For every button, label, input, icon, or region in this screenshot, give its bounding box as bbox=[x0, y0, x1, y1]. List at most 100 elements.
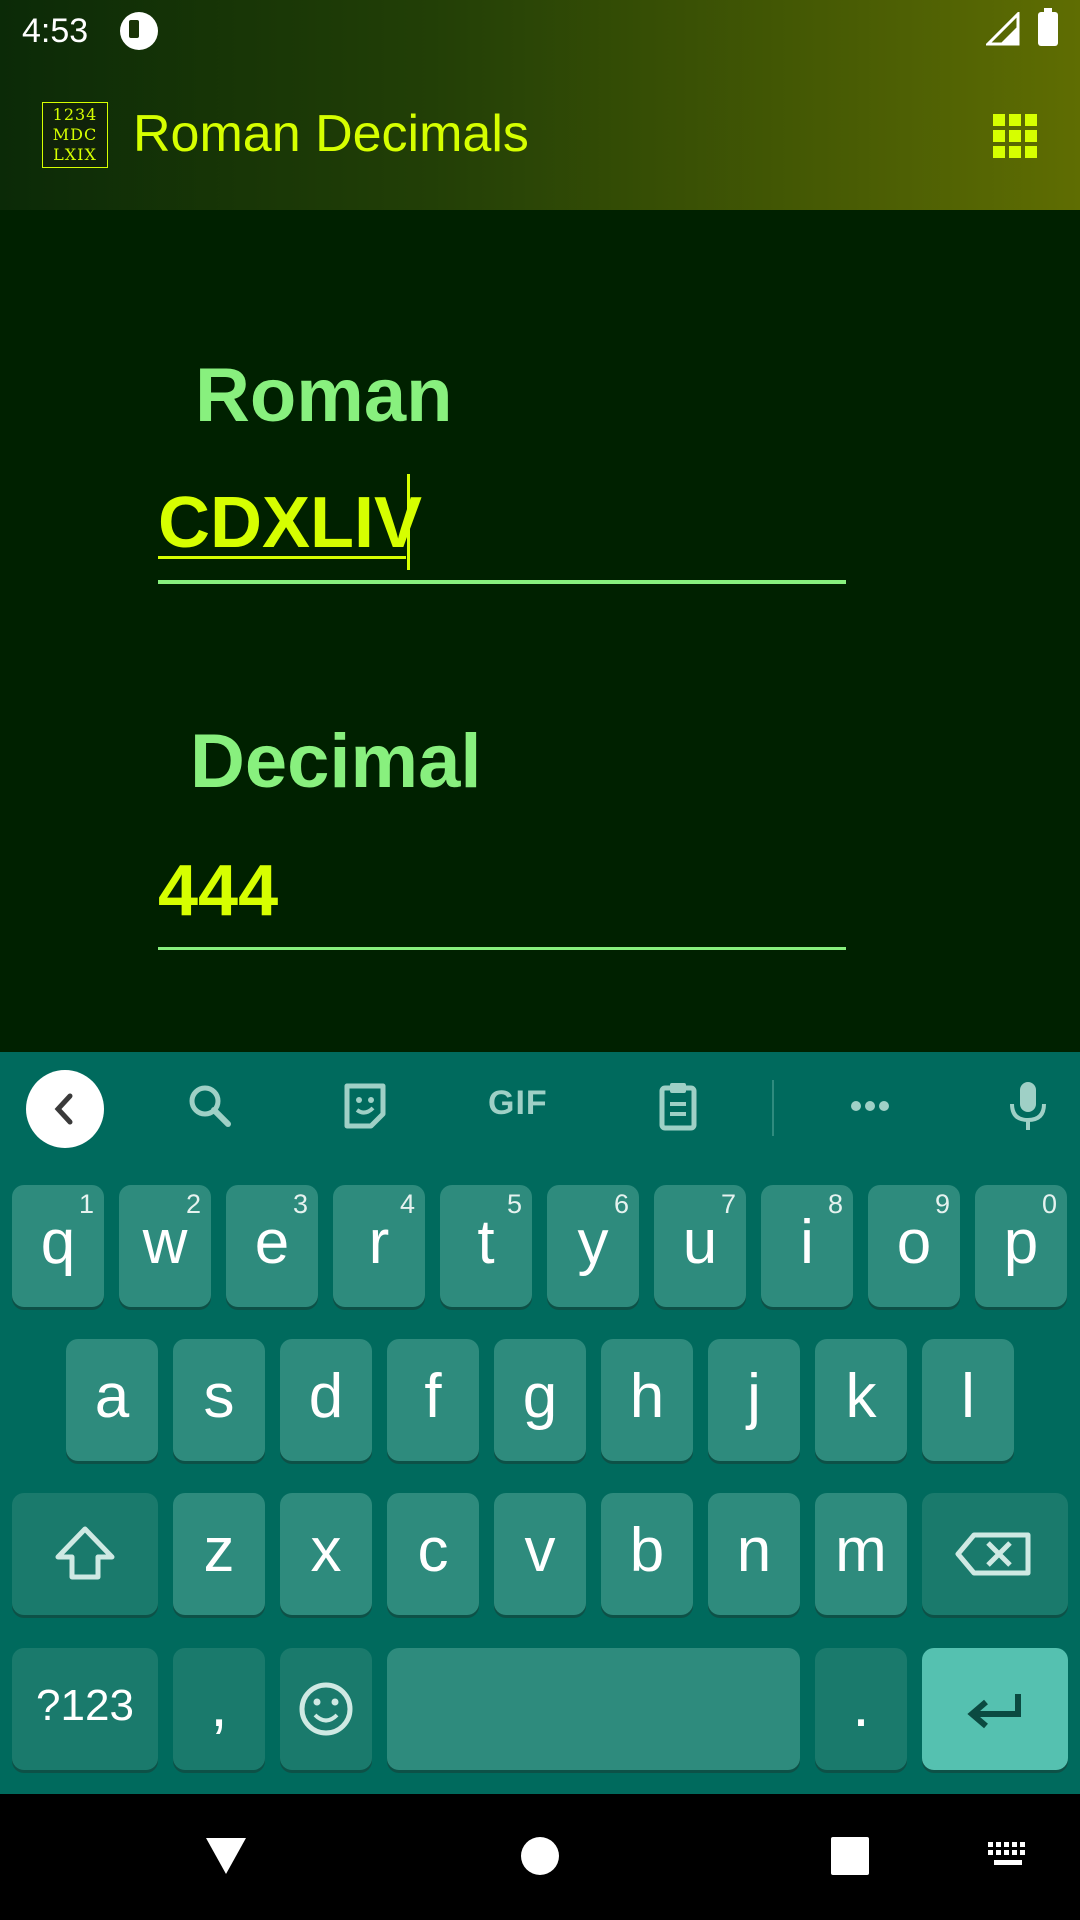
decimal-input[interactable]: 444 bbox=[158, 850, 278, 932]
chevron-left-icon bbox=[54, 1093, 73, 1125]
back-button[interactable] bbox=[26, 1070, 104, 1148]
key-hint: 7 bbox=[720, 1189, 736, 1219]
app-bar: 1234 MDC LXIX Roman Decimals bbox=[0, 64, 1080, 210]
roman-input[interactable]: CDXLIV bbox=[158, 482, 422, 564]
enter-icon bbox=[967, 1694, 1021, 1729]
comma-key[interactable]: , bbox=[173, 1648, 265, 1770]
text-cursor bbox=[407, 474, 410, 570]
status-bar: 4:53 bbox=[0, 0, 1080, 64]
key-letter: i bbox=[800, 1208, 814, 1277]
grid-dot bbox=[993, 114, 1005, 126]
key-r[interactable]: r4 bbox=[333, 1185, 425, 1307]
key-k[interactable]: k bbox=[815, 1339, 907, 1461]
key-j[interactable]: j bbox=[708, 1339, 800, 1461]
grid-dot bbox=[1009, 146, 1021, 158]
notification-icon bbox=[120, 12, 158, 50]
key-v[interactable]: v bbox=[494, 1493, 586, 1615]
key-letter: e bbox=[254, 1208, 290, 1277]
toolbar-divider bbox=[772, 1080, 774, 1136]
space-key[interactable] bbox=[387, 1648, 800, 1770]
key-q[interactable]: q1 bbox=[12, 1185, 104, 1307]
status-time: 4:53 bbox=[22, 12, 89, 50]
back-nav-icon[interactable] bbox=[204, 1836, 248, 1876]
key-z[interactable]: z bbox=[173, 1493, 265, 1615]
key-hint: 9 bbox=[934, 1189, 950, 1219]
key-d[interactable]: d bbox=[280, 1339, 372, 1461]
key-s[interactable]: s bbox=[173, 1339, 265, 1461]
key-hint: 3 bbox=[292, 1189, 308, 1219]
key-hint: 0 bbox=[1041, 1189, 1057, 1219]
key-letter: w bbox=[142, 1208, 188, 1277]
key-letter: u bbox=[682, 1208, 718, 1277]
key-hint: 1 bbox=[78, 1189, 94, 1219]
key-b[interactable]: b bbox=[601, 1493, 693, 1615]
shift-icon bbox=[55, 1526, 115, 1580]
key-a[interactable]: a bbox=[66, 1339, 158, 1461]
mic-icon[interactable] bbox=[998, 1076, 1058, 1136]
key-letter: o bbox=[896, 1208, 932, 1277]
key-u[interactable]: u7 bbox=[654, 1185, 746, 1307]
key-hint: 4 bbox=[399, 1189, 415, 1219]
top-bar: 4:53 1234 MDC LXIX Roman Decimals bbox=[0, 0, 1080, 210]
logo-line-1: 1234 bbox=[52, 105, 98, 124]
key-p[interactable]: p0 bbox=[975, 1185, 1067, 1307]
key-l[interactable]: l bbox=[922, 1339, 1014, 1461]
recents-nav-icon[interactable] bbox=[830, 1836, 870, 1876]
gif-button[interactable]: GIF bbox=[488, 1084, 548, 1123]
key-i[interactable]: i8 bbox=[761, 1185, 853, 1307]
signal-icon bbox=[986, 12, 1020, 46]
clipboard-icon[interactable] bbox=[648, 1076, 708, 1136]
key-m[interactable]: m bbox=[815, 1493, 907, 1615]
key-f[interactable]: f bbox=[387, 1339, 479, 1461]
navigation-bar bbox=[0, 1794, 1080, 1920]
key-h[interactable]: h bbox=[601, 1339, 693, 1461]
keyboard-toolbar: GIF bbox=[0, 1052, 1080, 1164]
key-letter: r bbox=[368, 1208, 390, 1277]
key-letter: y bbox=[577, 1208, 609, 1277]
roman-label: Roman bbox=[195, 353, 453, 438]
enter-key[interactable] bbox=[922, 1648, 1068, 1770]
key-y[interactable]: y6 bbox=[547, 1185, 639, 1307]
key-x[interactable]: x bbox=[280, 1493, 372, 1615]
grid-dot bbox=[993, 146, 1005, 158]
grid-dot bbox=[1025, 130, 1037, 142]
backspace-key[interactable] bbox=[922, 1493, 1068, 1615]
sticker-icon[interactable] bbox=[335, 1076, 395, 1136]
key-hint: 8 bbox=[827, 1189, 843, 1219]
period-key[interactable]: . bbox=[815, 1648, 907, 1770]
grid-dot bbox=[1009, 130, 1021, 142]
emoji-icon bbox=[299, 1682, 353, 1736]
key-c[interactable]: c bbox=[387, 1493, 479, 1615]
grid-dot bbox=[1025, 146, 1037, 158]
roman-field-line bbox=[158, 580, 846, 584]
roman-text-underline bbox=[158, 556, 406, 559]
grid-dot bbox=[1025, 114, 1037, 126]
key-letter: p bbox=[1003, 1208, 1039, 1277]
search-icon[interactable] bbox=[180, 1076, 240, 1136]
key-hint: 6 bbox=[613, 1189, 629, 1219]
grid-menu-icon[interactable] bbox=[993, 114, 1037, 158]
app-logo: 1234 MDC LXIX bbox=[42, 102, 108, 168]
shift-key[interactable] bbox=[12, 1493, 158, 1615]
key-hint: 2 bbox=[185, 1189, 201, 1219]
decimal-field-line bbox=[158, 947, 846, 950]
backspace-icon bbox=[955, 1532, 1031, 1576]
grid-dot bbox=[1009, 114, 1021, 126]
soft-keyboard: GIF q1 w2 e3 r4 t5 y6 u7 i8 o9 p0 a s d … bbox=[0, 1052, 1080, 1794]
emoji-key[interactable] bbox=[280, 1648, 372, 1770]
key-o[interactable]: o9 bbox=[868, 1185, 960, 1307]
key-g[interactable]: g bbox=[494, 1339, 586, 1461]
home-nav-icon[interactable] bbox=[520, 1836, 560, 1876]
key-hint: 5 bbox=[506, 1189, 522, 1219]
app-title: Roman Decimals bbox=[133, 105, 529, 163]
key-letter: q bbox=[40, 1208, 76, 1277]
key-e[interactable]: e3 bbox=[226, 1185, 318, 1307]
keyboard-switch-icon[interactable] bbox=[986, 1840, 1030, 1870]
key-w[interactable]: w2 bbox=[119, 1185, 211, 1307]
more-icon[interactable] bbox=[840, 1076, 900, 1136]
grid-dot bbox=[993, 130, 1005, 142]
key-t[interactable]: t5 bbox=[440, 1185, 532, 1307]
key-n[interactable]: n bbox=[708, 1493, 800, 1615]
logo-line-3: LXIX bbox=[53, 145, 97, 164]
symbols-key[interactable]: ?123 bbox=[12, 1648, 158, 1770]
